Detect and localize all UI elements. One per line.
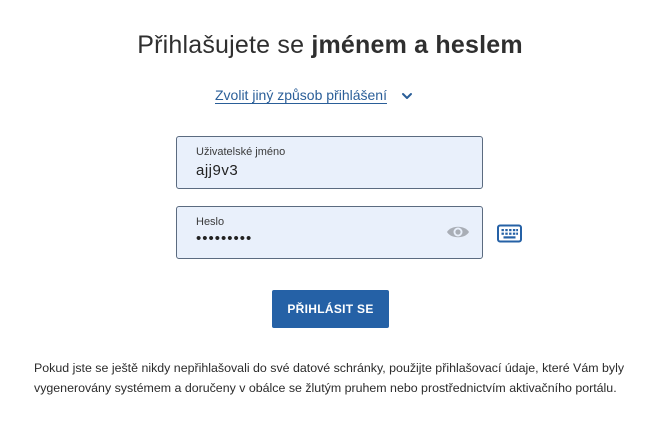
eye-icon[interactable]: [446, 223, 470, 241]
password-field[interactable]: Heslo •••••••••: [176, 206, 483, 259]
chevron-down-icon[interactable]: [401, 89, 413, 101]
password-label: Heslo: [196, 216, 225, 228]
page-title-bold: jménem a heslem: [311, 31, 523, 59]
login-page: Přihlašujete se jménem a heslem Zvolit j…: [0, 0, 648, 433]
page-title: Přihlašujete se jménem a heslem: [0, 31, 648, 60]
username-label: Uživatelské jméno: [196, 146, 286, 158]
username-input[interactable]: ajj9v3: [196, 162, 238, 179]
username-field[interactable]: Uživatelské jméno ajj9v3: [176, 136, 483, 189]
password-input[interactable]: •••••••••: [196, 230, 252, 247]
keyboard-icon[interactable]: [497, 224, 522, 243]
login-button[interactable]: PŘIHLÁSIT SE: [272, 290, 389, 328]
page-title-regular: Přihlašujete se: [137, 31, 312, 59]
info-text: Pokud jste se ještě nikdy nepřihlašovali…: [34, 361, 625, 395]
alt-login-toggle[interactable]: Zvolit jiný způsob přihlášení: [215, 87, 413, 103]
alt-login-link[interactable]: Zvolit jiný způsob přihlášení: [215, 87, 387, 103]
